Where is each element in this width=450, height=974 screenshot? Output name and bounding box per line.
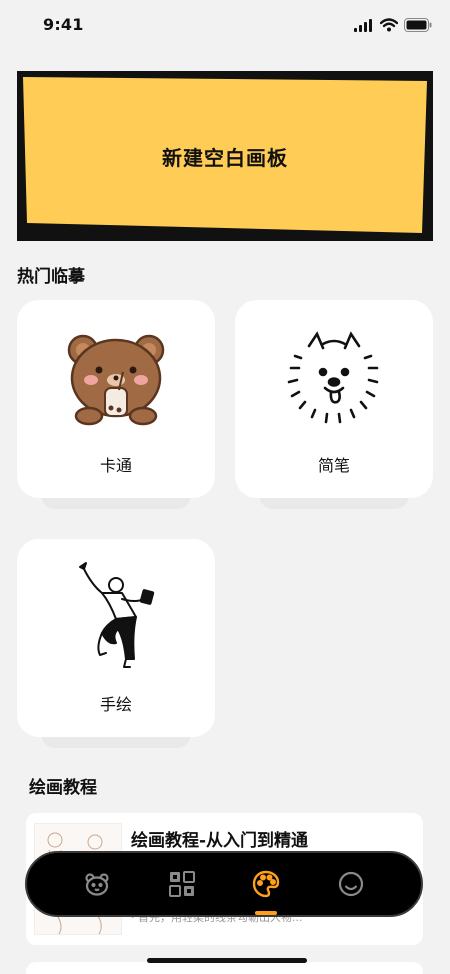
tab-profile[interactable] [329,862,373,906]
wifi-icon [380,18,398,32]
tab-palette[interactable] [244,862,288,915]
card-handdrawn[interactable]: 手绘 [17,539,215,737]
active-tab-indicator [255,911,278,915]
bear-tab-icon [85,873,109,896]
palette-tab-icon [253,870,280,898]
tutorial-card-partial[interactable] [26,962,423,974]
status-bar: 9:41 [0,0,450,50]
tutorials-section-title: 绘画教程 [29,778,97,798]
tab-cartoon[interactable] [75,862,119,906]
battery-icon [404,18,432,32]
new-canvas-button[interactable]: 新建空白画板 [17,71,433,241]
card-sketch[interactable]: 简笔 [235,300,433,498]
hero-title: 新建空白画板 [162,145,288,170]
home-indicator [147,958,307,963]
signal-icon [354,19,372,32]
dancer-sketch-icon [79,562,155,668]
dog-sketch-icon [287,331,379,424]
tab-bar [25,851,423,917]
card-label: 手绘 [99,695,132,714]
card-cartoon[interactable]: 卡通 [17,300,215,498]
bear-icon [67,334,165,426]
grid-tab-icon [168,871,195,897]
tutorial-title: 绘画教程-从入门到精通 [131,831,309,851]
card-label: 简笔 [317,456,350,475]
smiley-tab-icon [338,871,363,897]
status-time: 9:41 [43,15,84,34]
popular-section-title: 热门临摹 [17,267,85,287]
card-label: 卡通 [99,456,132,475]
tab-grid[interactable] [160,862,204,906]
status-icons [354,18,432,32]
